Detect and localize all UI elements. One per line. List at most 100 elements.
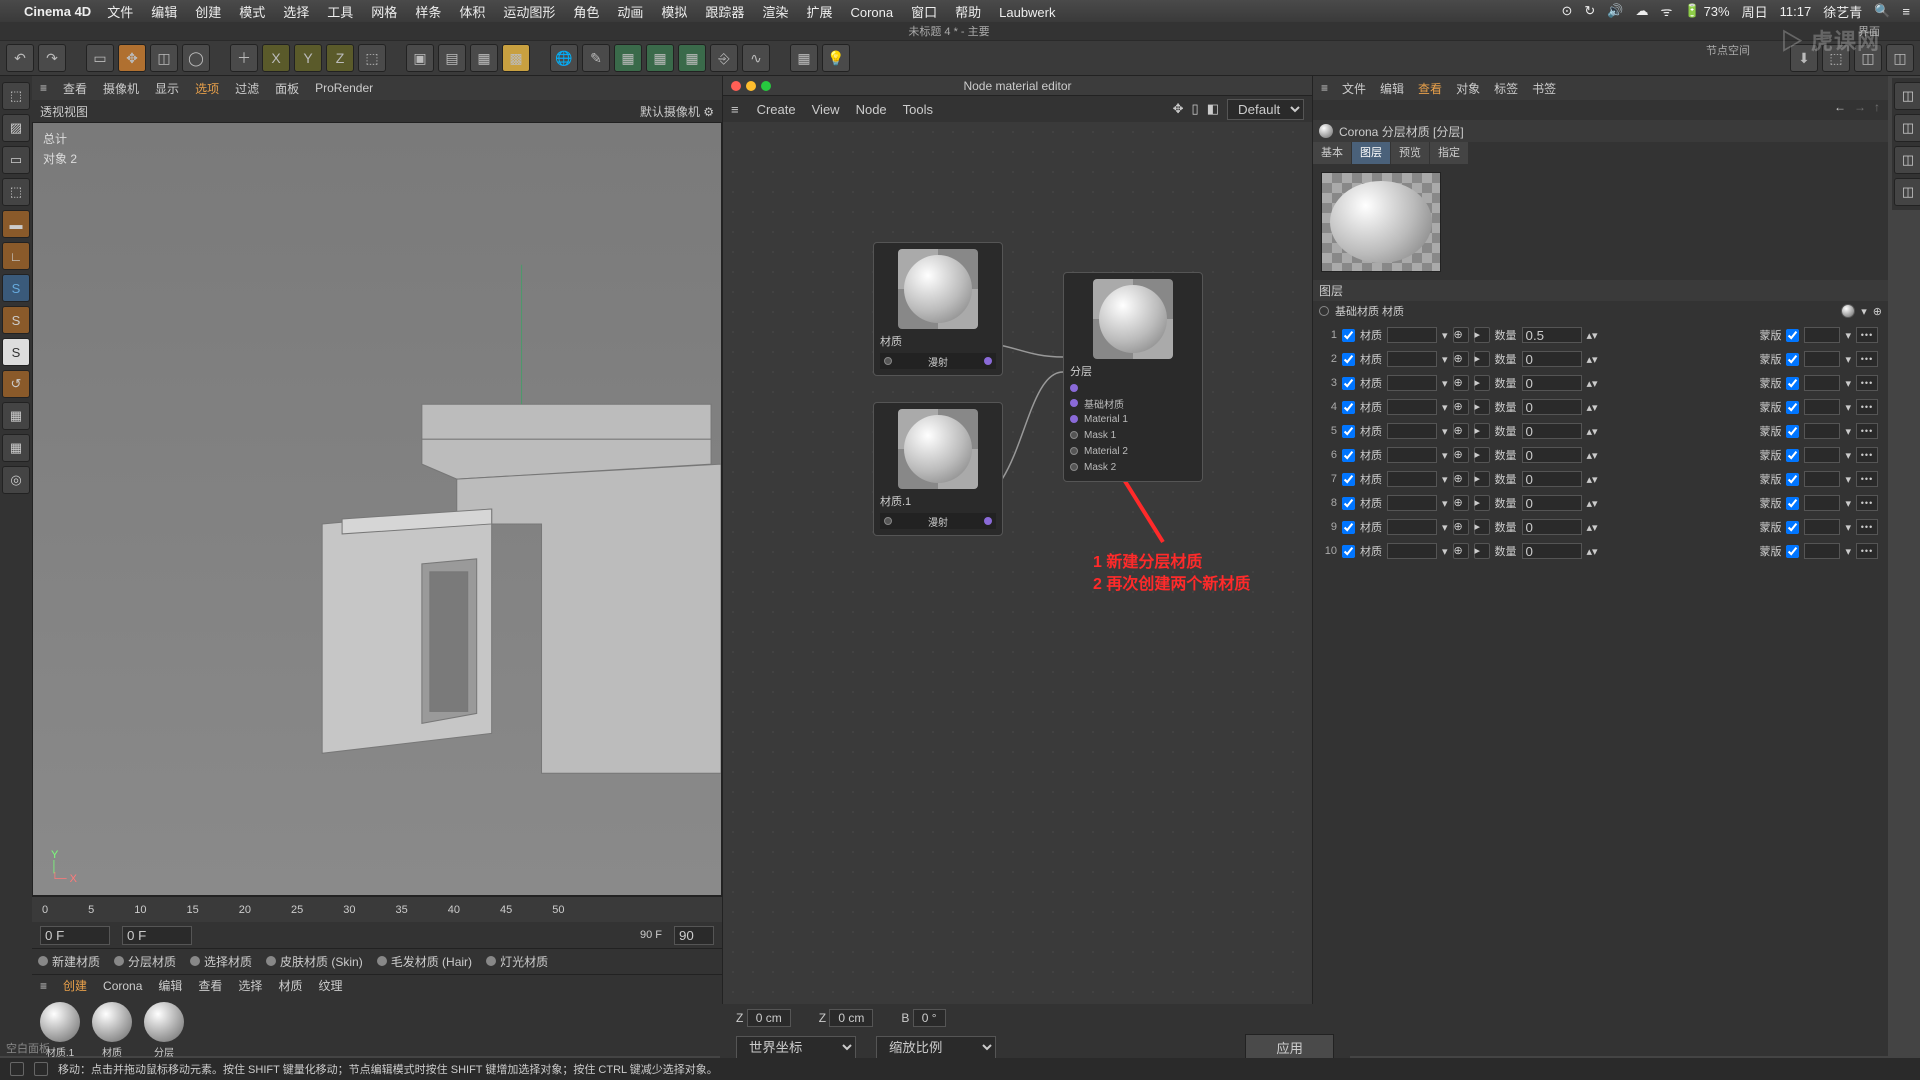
attr-menu-item[interactable]: 文件	[1342, 80, 1366, 97]
link-icon[interactable]: ▸	[1474, 495, 1490, 511]
mac-menu-item[interactable]: 模式	[239, 5, 265, 20]
mask-enable-checkbox[interactable]	[1786, 473, 1799, 486]
mask-enable-checkbox[interactable]	[1786, 401, 1799, 414]
layer-node[interactable]: 分层 基础材质Material 1Mask 1Material 2Mask 2	[1063, 272, 1203, 482]
material-thumb[interactable]: 材质	[90, 1002, 134, 1050]
misc2-button[interactable]: ◫	[1886, 44, 1914, 72]
end-frame-input[interactable]	[674, 926, 714, 945]
linked-material-icon[interactable]	[1841, 304, 1855, 318]
grid-button[interactable]: ▦	[790, 44, 818, 72]
dropdown-icon[interactable]: ▾	[1845, 497, 1851, 510]
mask-slot[interactable]	[1804, 495, 1840, 511]
material-slot[interactable]	[1387, 471, 1437, 487]
move-icon[interactable]: ✥	[1173, 101, 1184, 117]
mac-menu-item[interactable]: Laubwerk	[999, 5, 1055, 20]
world-button[interactable]: ⬚	[358, 44, 386, 72]
scale-mode-select[interactable]: 缩放比例	[876, 1036, 996, 1059]
uv-button[interactable]: ▦	[2, 402, 30, 430]
stepper-icon[interactable]: ▴▾	[1587, 329, 1598, 342]
quantity-input[interactable]	[1522, 327, 1582, 343]
dropdown-icon[interactable]: ▾	[1442, 473, 1448, 486]
mat-menu-item[interactable]: 选择	[238, 977, 262, 994]
live-select-button[interactable]: ▭	[86, 44, 114, 72]
render-button[interactable]: ▣	[406, 44, 434, 72]
lock-icon[interactable]: ▯	[1192, 101, 1199, 117]
dropdown-icon[interactable]: ▾	[1442, 353, 1448, 366]
dropdown-icon[interactable]: ▾	[1442, 329, 1448, 342]
back-icon[interactable]: ←	[1834, 100, 1846, 120]
view-menu-item[interactable]: 选项	[195, 80, 219, 97]
mask-slot[interactable]	[1804, 399, 1840, 415]
mask-enable-checkbox[interactable]	[1786, 425, 1799, 438]
maximize-icon[interactable]	[761, 81, 771, 91]
mask-enable-checkbox[interactable]	[1786, 545, 1799, 558]
target-icon[interactable]: ⊕	[1453, 351, 1469, 367]
hamburger-icon[interactable]: ≡	[40, 81, 47, 95]
tag1-button[interactable]: ◫	[1894, 82, 1920, 110]
node-menu-item[interactable]: Tools	[903, 102, 933, 117]
mac-menu-item[interactable]: 体积	[459, 5, 485, 20]
light-button[interactable]: 💡	[822, 44, 850, 72]
app-menus[interactable]: 文件编辑创建模式选择工具网格样条体积运动图形角色动画模拟跟踪器渲染扩展Coron…	[107, 2, 1073, 21]
material-type-item[interactable]: 皮肤材质 (Skin)	[266, 953, 363, 970]
z1-value[interactable]: 0 cm	[747, 1009, 791, 1027]
attr-menu-item[interactable]: 查看	[1418, 80, 1442, 97]
more-button[interactable]: •••	[1856, 351, 1878, 367]
edge-mode-button[interactable]: ▬	[2, 210, 30, 238]
quantity-input[interactable]	[1522, 423, 1582, 439]
mac-menu-item[interactable]: 选择	[283, 5, 309, 20]
current-frame-input[interactable]	[122, 926, 192, 945]
node-port[interactable]: Material 1	[1070, 411, 1196, 427]
dropdown-icon[interactable]: ▾	[1845, 521, 1851, 534]
layer-enable-checkbox[interactable]	[1342, 329, 1355, 342]
quantity-input[interactable]	[1522, 351, 1582, 367]
link-icon[interactable]: ▸	[1474, 351, 1490, 367]
mac-menu-item[interactable]: 渲染	[762, 5, 788, 20]
layer-enable-checkbox[interactable]	[1342, 425, 1355, 438]
view-menu-item[interactable]: 显示	[155, 80, 179, 97]
mask-slot[interactable]	[1804, 327, 1840, 343]
link-icon[interactable]: ▸	[1474, 399, 1490, 415]
dropdown-icon[interactable]: ▾	[1442, 521, 1448, 534]
minimize-icon[interactable]	[746, 81, 756, 91]
mask-slot[interactable]	[1804, 447, 1840, 463]
deformer1-button[interactable]: ▦	[614, 44, 642, 72]
b-value[interactable]: 0 °	[913, 1009, 946, 1027]
tag4-button[interactable]: ◫	[1894, 178, 1920, 206]
target-icon[interactable]: ⊕	[1453, 423, 1469, 439]
dropdown-icon[interactable]: ▾	[1442, 425, 1448, 438]
material-slot[interactable]	[1387, 399, 1437, 415]
link-icon[interactable]: ▸	[1474, 519, 1490, 535]
more-button[interactable]: •••	[1856, 375, 1878, 391]
link-icon[interactable]: ▸	[1474, 471, 1490, 487]
more-button[interactable]: •••	[1856, 423, 1878, 439]
view-menu-item[interactable]: 面板	[275, 80, 299, 97]
s1-button[interactable]: S	[2, 274, 30, 302]
mask-enable-checkbox[interactable]	[1786, 497, 1799, 510]
dropdown-icon[interactable]: ▾	[1861, 305, 1867, 318]
stepper-icon[interactable]: ▴▾	[1587, 377, 1598, 390]
more-button[interactable]: •••	[1856, 495, 1878, 511]
target-icon[interactable]: ⊕	[1453, 327, 1469, 343]
search-icon[interactable]: 🔍	[1874, 3, 1890, 19]
node-menu-item[interactable]: Create	[757, 102, 796, 117]
stepper-icon[interactable]: ▴▾	[1587, 473, 1598, 486]
target-icon[interactable]: ⊕	[1453, 375, 1469, 391]
perspective-viewport[interactable]: 总计 对象 2 Y │ └	[32, 122, 722, 896]
attr-menu-item[interactable]: 对象	[1456, 80, 1480, 97]
dropdown-icon[interactable]: ▾	[1442, 401, 1448, 414]
material-type-item[interactable]: 新建材质	[38, 953, 100, 970]
vfb-button[interactable]: ▩	[502, 44, 530, 72]
mac-menu-item[interactable]: 编辑	[151, 5, 177, 20]
quantity-input[interactable]	[1522, 519, 1582, 535]
viewport-menus[interactable]: ≡ 查看摄像机显示选项过滤面板ProRender	[32, 76, 722, 100]
s2-button[interactable]: S	[2, 306, 30, 334]
up-icon[interactable]: ↑	[1874, 100, 1880, 120]
model-mode-button[interactable]: ⬚	[2, 82, 30, 110]
material-type-item[interactable]: 选择材质	[190, 953, 252, 970]
link-icon[interactable]: ▸	[1474, 543, 1490, 559]
link-icon[interactable]: ▸	[1474, 375, 1490, 391]
redo-button[interactable]: ↷	[38, 44, 66, 72]
mac-menu-item[interactable]: 窗口	[911, 5, 937, 20]
mask-slot[interactable]	[1804, 351, 1840, 367]
